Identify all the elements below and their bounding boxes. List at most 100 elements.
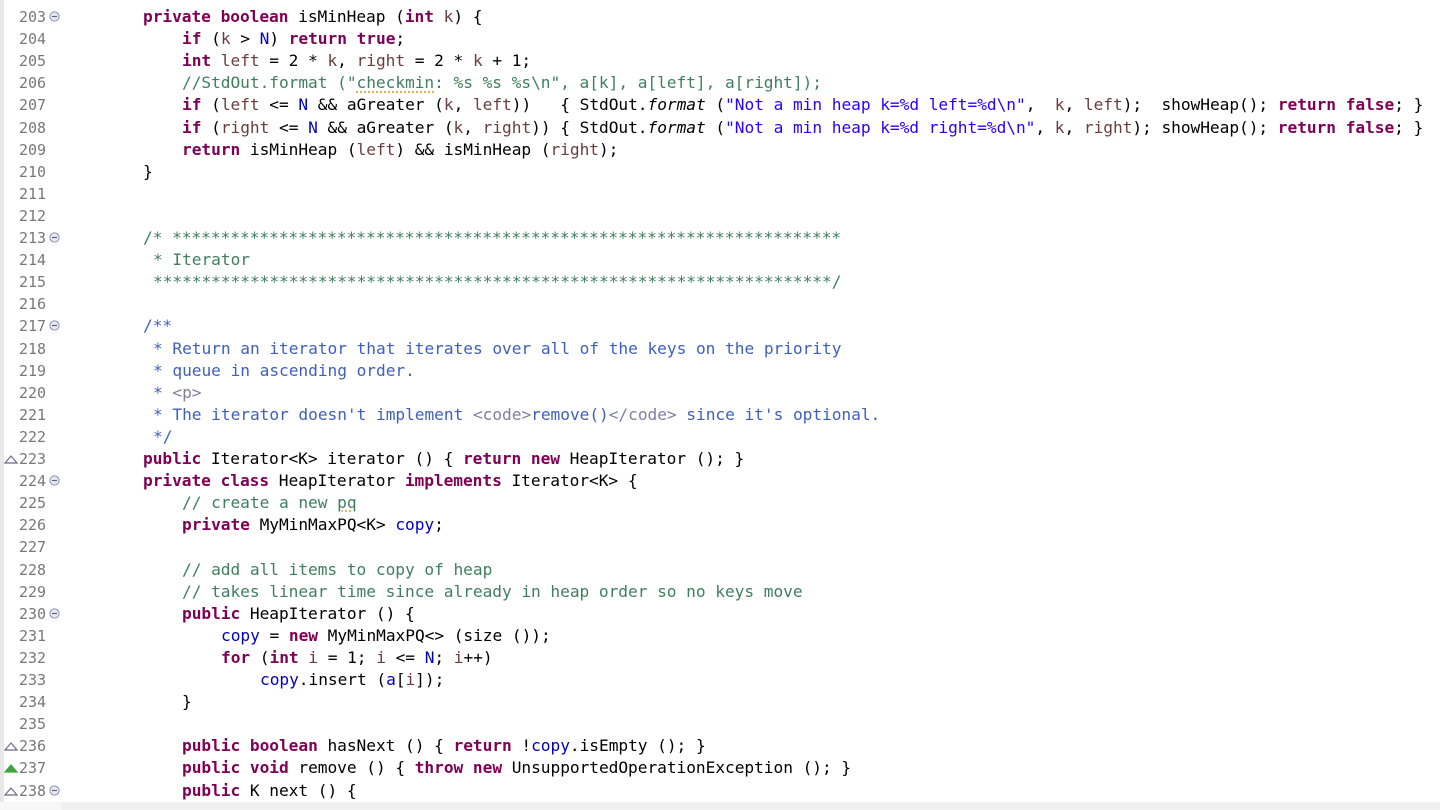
code-line[interactable]: 228 // add all items to copy of heap [0, 559, 1440, 581]
code-text: public HeapIterator () { [182, 603, 415, 623]
code-line[interactable]: 222 */ [0, 426, 1440, 448]
line-number: 216 [19, 295, 46, 314]
code-line[interactable]: 206 //StdOut.format ("checkmin: %s %s %s\… [0, 72, 1440, 94]
line-number: 221 [19, 405, 46, 424]
line-number: 230 [19, 604, 46, 623]
code-line[interactable]: 205 int left = 2 * k, right = 2 * k + 1; [0, 50, 1440, 72]
line-number: 217 [19, 317, 46, 336]
line-number: 231 [19, 626, 46, 645]
code-text: int left = 2 * k, right = 2 * k + 1; [182, 51, 532, 71]
line-number: 219 [19, 361, 46, 380]
override-marker-icon[interactable] [4, 453, 18, 465]
code-line[interactable]: 216 [0, 293, 1440, 315]
code-line[interactable]: 225 // create a new pq [0, 492, 1440, 514]
code-text: ****************************************… [153, 272, 842, 292]
override-marker-icon[interactable] [4, 740, 18, 752]
line-number: 233 [19, 671, 46, 689]
line-number: 213 [19, 229, 46, 247]
code-text: private class HeapIterator implements It… [143, 471, 638, 491]
code-line[interactable]: 229 // takes linear time since already in… [0, 581, 1440, 603]
code-text: // add all items to copy of heap [182, 559, 493, 579]
code-text: return isMinHeap (left) && isMinHeap (ri… [182, 139, 619, 159]
code-text: /* *************************************… [143, 228, 842, 247]
code-text: for (int i = 1; i <= N; i++) [221, 647, 493, 667]
code-text: public void remove () { throw new Unsupp… [182, 758, 852, 778]
code-line[interactable]: 221 * The iterator doesn't implement <cod… [0, 404, 1440, 426]
fold-collapse-icon[interactable] [49, 232, 60, 243]
line-number: 207 [19, 96, 46, 115]
line-number: 234 [19, 693, 46, 712]
code-line[interactable]: 235 [0, 713, 1440, 735]
code-line[interactable]: 233 copy.insert (a[i]); [0, 669, 1440, 691]
code-line[interactable]: 224 private class HeapIterator implements… [0, 470, 1440, 492]
line-number: 229 [19, 582, 46, 601]
fold-collapse-icon[interactable] [49, 784, 60, 796]
code-line[interactable]: 223 public Iterator<K> iterator () { retu… [0, 448, 1440, 470]
code-line[interactable]: 219 * queue in ascending order. [0, 360, 1440, 382]
line-number: 226 [19, 516, 46, 535]
line-number: 214 [19, 251, 46, 270]
line-number: 238 [19, 781, 46, 800]
line-number: 235 [19, 715, 46, 734]
fold-collapse-icon[interactable] [49, 320, 60, 331]
implements-marker-icon[interactable] [4, 762, 18, 774]
code-line[interactable]: 220 * <p> [0, 382, 1440, 404]
line-number: 212 [19, 206, 46, 225]
override-marker-icon[interactable] [4, 785, 18, 797]
code-line[interactable]: 238 public K next () { [0, 780, 1440, 802]
code-line[interactable]: 217 /** [0, 315, 1440, 337]
code-line[interactable]: 232 for (int i = 1; i <= N; i++) [0, 647, 1440, 669]
code-text: // takes linear time since already in he… [182, 581, 803, 601]
code-line[interactable]: 213 /* **********************************… [0, 227, 1440, 249]
code-text: if (left <= N && aGreater (k, left)) { S… [182, 95, 1424, 115]
line-number: 232 [19, 648, 46, 667]
code-line[interactable]: 210} [0, 161, 1440, 183]
code-line[interactable]: 207 if (left <= N && aGreater (k, left)) … [0, 94, 1440, 116]
code-line[interactable]: 212 [0, 205, 1440, 227]
line-number: 215 [19, 273, 46, 292]
fold-collapse-icon[interactable] [49, 475, 60, 486]
code-line[interactable]: 214 * Iterator [0, 249, 1440, 271]
line-number: 205 [19, 52, 46, 71]
horizontal-scrollbar[interactable] [62, 802, 1440, 810]
code-line[interactable]: 215 *************************************… [0, 271, 1440, 293]
line-number: 227 [19, 538, 46, 557]
code-line[interactable]: 226 private MyMinMaxPQ<K> copy; [0, 514, 1440, 536]
code-line[interactable]: 218 * Return an iterator that iterates ov… [0, 338, 1440, 360]
code-text: copy.insert (a[i]); [260, 670, 445, 689]
code-text: * <p> [153, 382, 202, 402]
code-text: public boolean hasNext () { return !copy… [182, 736, 706, 756]
line-number: 203 [19, 8, 46, 26]
fold-collapse-icon[interactable] [49, 608, 60, 619]
code-editor[interactable]: 203 private boolean isMinHeap (int k) {20… [0, 0, 1440, 804]
line-number: 206 [19, 74, 46, 93]
line-number: 210 [19, 162, 46, 181]
code-line[interactable]: 230 public HeapIterator () { [0, 603, 1440, 625]
code-text: /** [143, 316, 173, 336]
code-text: * queue in ascending order. [153, 360, 415, 380]
code-line[interactable]: 204 if (k > N) return true; [0, 28, 1440, 50]
code-text: public K next () { [182, 780, 357, 800]
fold-collapse-icon[interactable] [49, 11, 60, 22]
line-number: 222 [19, 427, 46, 446]
code-line[interactable]: 208 if (right <= N && aGreater (k, right)… [0, 117, 1440, 139]
code-line[interactable]: 203 private boolean isMinHeap (int k) { [0, 6, 1440, 28]
code-text: // create a new pq [182, 493, 357, 513]
ruler-corner [0, 802, 62, 810]
code-text: * The iterator doesn't implement <code>r… [153, 404, 881, 424]
code-text: } [143, 161, 153, 181]
code-line[interactable]: 236 public boolean hasNext () { return !c… [0, 735, 1440, 757]
code-line[interactable]: 211 [0, 183, 1440, 205]
code-text: if (right <= N && aGreater (k, right)) {… [182, 117, 1424, 137]
line-number: 204 [19, 30, 46, 49]
line-number: 218 [19, 339, 46, 358]
line-number: 228 [19, 560, 46, 579]
code-line[interactable]: 234} [0, 691, 1440, 713]
code-line[interactable]: 209 return isMinHeap (left) && isMinHeap … [0, 139, 1440, 161]
line-number: 211 [19, 184, 46, 203]
code-line[interactable]: 227 [0, 536, 1440, 558]
line-number: 224 [19, 472, 46, 491]
code-line[interactable]: 237 public void remove () { throw new Uns… [0, 757, 1440, 779]
code-text: private boolean isMinHeap (int k) { [143, 7, 483, 26]
code-line[interactable]: 231 copy = new MyMinMaxPQ<> (size ()); [0, 625, 1440, 647]
